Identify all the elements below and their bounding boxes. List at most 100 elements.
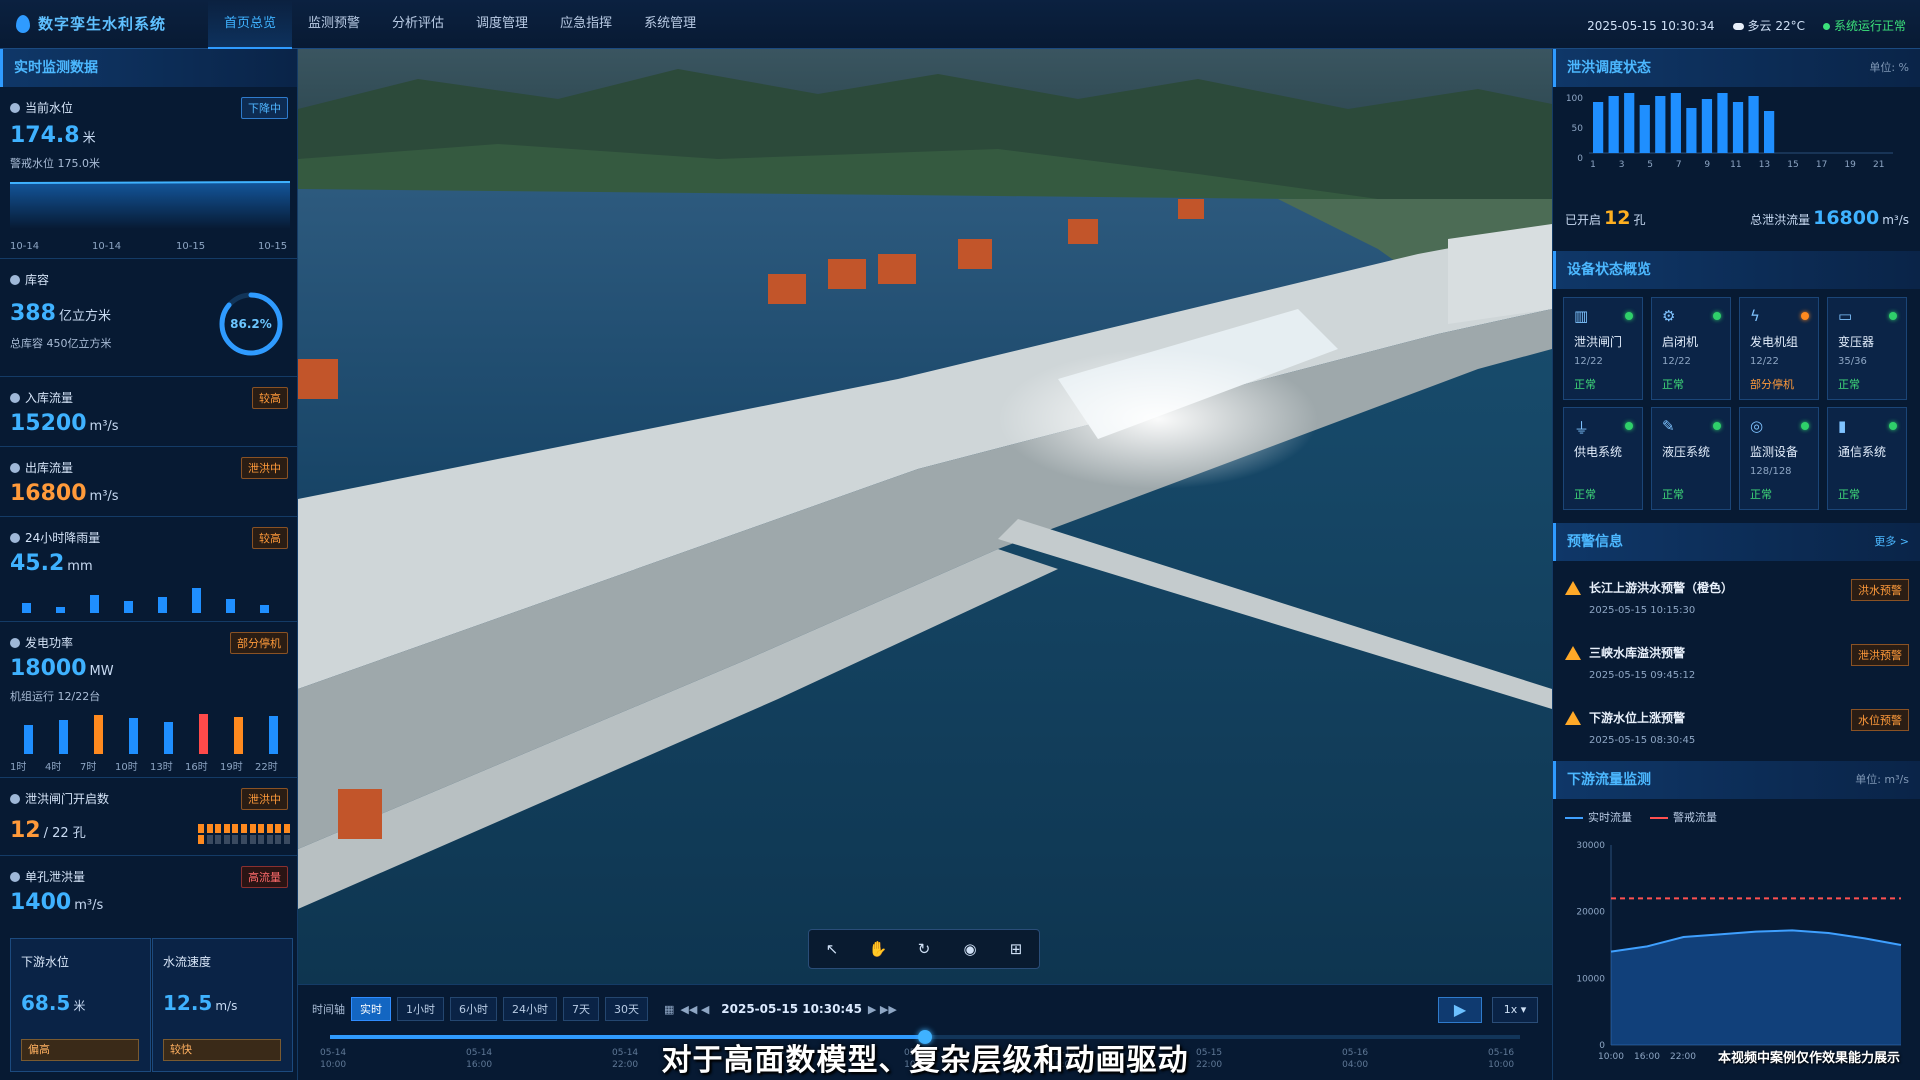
grid-icon[interactable]: ⊞ [1007, 940, 1025, 958]
timeline-tick: 05-14 22:00 [612, 1047, 638, 1071]
tick-time: 10:00 [904, 1060, 931, 1070]
flood-title: 泄洪调度状态 [1567, 60, 1651, 76]
range-button-4[interactable]: 7天 [563, 997, 599, 1021]
storage-value: 388 亿立方米 [10, 301, 111, 326]
storage-section: 库容 388 亿立方米 总库容 450亿立方米 86.2% [0, 259, 298, 377]
gate-block [241, 835, 247, 844]
pointer-icon[interactable]: ↖ [823, 940, 841, 958]
x-tick-label: 5 [1647, 160, 1653, 170]
timeline-track[interactable] [330, 1030, 1520, 1044]
hand-icon[interactable]: ✋ [869, 940, 888, 958]
power-axis-tick: 1时 [10, 762, 27, 773]
legend-realtime: 实时流量 [1565, 809, 1632, 825]
speed-select[interactable]: 1x ▾ [1492, 997, 1538, 1023]
watermark: 本视频中案例仅作效果能力展示 [1717, 1051, 1900, 1066]
alert-time: 2025-05-15 10:15:30 [1589, 605, 1696, 616]
outflow-value: 16800 m³/s [10, 481, 119, 506]
gates-section: 泄洪闸门开启数 泄洪中 12/ 22 孔 [0, 778, 298, 856]
nav-item-5[interactable]: 系统管理 [628, 0, 712, 49]
device-card[interactable]: ▭ 变压器 35/36 正常 [1827, 297, 1907, 400]
alert-item[interactable]: 下游水位上涨预警 2025-05-15 08:30:45 水位预警 [1553, 697, 1920, 762]
rain-bar [226, 598, 235, 613]
x-tick-label: 1 [1590, 160, 1596, 170]
range-button-3[interactable]: 24小时 [503, 997, 557, 1021]
alert-tag: 泄洪预警 [1851, 644, 1909, 666]
tick-date: 05-16 [1488, 1048, 1515, 1058]
alert-section: 预警信息 更多 > 长江上游洪水预警（橙色） 2025-05-15 10:15:30… [1553, 523, 1920, 761]
device-count: 12/22 [1574, 356, 1603, 367]
gate-block [232, 824, 239, 833]
gate-block [232, 835, 239, 844]
gate-block [275, 824, 282, 833]
weather: 多云 22°C [1732, 17, 1805, 34]
gate-block [266, 824, 273, 833]
total-discharge: 总泄洪流量 16800 m³/s [1750, 207, 1909, 229]
dam-3d-scene[interactable] [298, 49, 1552, 984]
gate-icon: ▥ [1574, 307, 1589, 325]
more-link[interactable]: 更多 > [1874, 523, 1909, 561]
power-bar [164, 721, 173, 754]
device-card[interactable]: ⏚ 供电系统 正常 [1563, 407, 1643, 510]
rain-bar [56, 606, 65, 613]
play-button[interactable]: ▶ [1438, 997, 1482, 1023]
timeline-progress [330, 1035, 925, 1039]
bullet-icon [10, 871, 20, 882]
plug-icon: ⏚ [1574, 419, 1590, 437]
velocity-label: 水流速度 [163, 955, 212, 969]
velocity-value: 12.5 m/s [163, 991, 238, 1015]
wrench-icon: ✎ [1662, 417, 1675, 435]
power-section: 发电功率 部分停机 18000 MW 机组运行 12/22台 1时 4时 7时 10时 1… [0, 622, 298, 778]
status-dot-icon [1801, 312, 1809, 320]
x-tick-label: 21 [1873, 160, 1884, 170]
status-dot-icon [1822, 23, 1830, 30]
range-button-5[interactable]: 30天 [605, 997, 648, 1021]
camera-icon[interactable]: ◉ [961, 940, 979, 958]
nav-item-0[interactable]: 首页总览 [208, 0, 293, 49]
forward-icon[interactable]: ▶ ▶▶ [868, 1003, 897, 1016]
bullet-icon [10, 274, 20, 285]
device-card[interactable]: ✎ 液压系统 正常 [1651, 407, 1731, 510]
y-tick-label: 20000 [1576, 908, 1605, 918]
alert-item[interactable]: 三峡水库溢洪预警 2025-05-15 09:45:12 泄洪预警 [1553, 632, 1920, 697]
single-flow-label: 单孔泄洪量 [25, 870, 86, 884]
x-tick-label: 13 [1759, 160, 1770, 170]
range-button-0[interactable]: 实时 [351, 997, 391, 1021]
warning-icon [1565, 646, 1581, 660]
y-tick-label: 100 [1566, 94, 1583, 104]
status-dot-icon [1889, 422, 1897, 430]
calendar-icon[interactable]: ▦ [664, 1003, 674, 1016]
device-state: 正常 [1662, 488, 1684, 501]
timeline-handle[interactable] [918, 1030, 932, 1044]
device-title: 设备状态概览 [1553, 251, 1920, 289]
power-axis-tick: 10时 [115, 762, 138, 773]
gate-block [241, 824, 247, 833]
velocity-state: 较快 [163, 1039, 281, 1061]
bullet-icon [10, 532, 20, 543]
nav-item-2[interactable]: 分析评估 [376, 0, 460, 49]
nav-item-1[interactable]: 监测预警 [292, 0, 376, 49]
device-card[interactable]: ⚙ 启闭机 12/22 正常 [1651, 297, 1731, 400]
tick-time: 04:00 [758, 1060, 785, 1070]
spillway-spray [998, 349, 1318, 489]
app-logo: 数字孪生水利系统 [16, 13, 166, 34]
storage-label: 库容 [25, 273, 50, 287]
range-button-1[interactable]: 1小时 [397, 997, 444, 1021]
alert-item[interactable]: 长江上游洪水预警（橙色） 2025-05-15 10:15:30 洪水预警 [1553, 567, 1920, 632]
device-card[interactable]: ▥ 泄洪闸门 12/22 正常 [1563, 297, 1643, 400]
rewind-icon[interactable]: ◀◀ ◀ [680, 1003, 709, 1016]
range-button-2[interactable]: 6小时 [450, 997, 497, 1021]
device-count: 12/22 [1662, 356, 1691, 367]
device-card[interactable]: ϟ 发电机组 12/22 部分停机 [1739, 297, 1819, 400]
device-card[interactable]: ◎ 监测设备 128/128 正常 [1739, 407, 1819, 510]
alert-time: 2025-05-15 08:30:45 [1589, 735, 1696, 746]
y-tick-label: 30000 [1576, 841, 1605, 851]
water-level-warning: 警戒水位 175.0米 [10, 157, 100, 170]
nav-item-3[interactable]: 调度管理 [460, 0, 544, 49]
device-card[interactable]: ▮ 通信系统 正常 [1827, 407, 1907, 510]
rain-value: 45.2 mm [10, 551, 93, 576]
nav-item-4[interactable]: 应急指挥 [544, 0, 628, 49]
rotate-icon[interactable]: ↻ [915, 940, 933, 958]
gate-block [206, 824, 213, 833]
rain-bar [124, 601, 133, 613]
tick-date: 05-14 [612, 1048, 639, 1058]
